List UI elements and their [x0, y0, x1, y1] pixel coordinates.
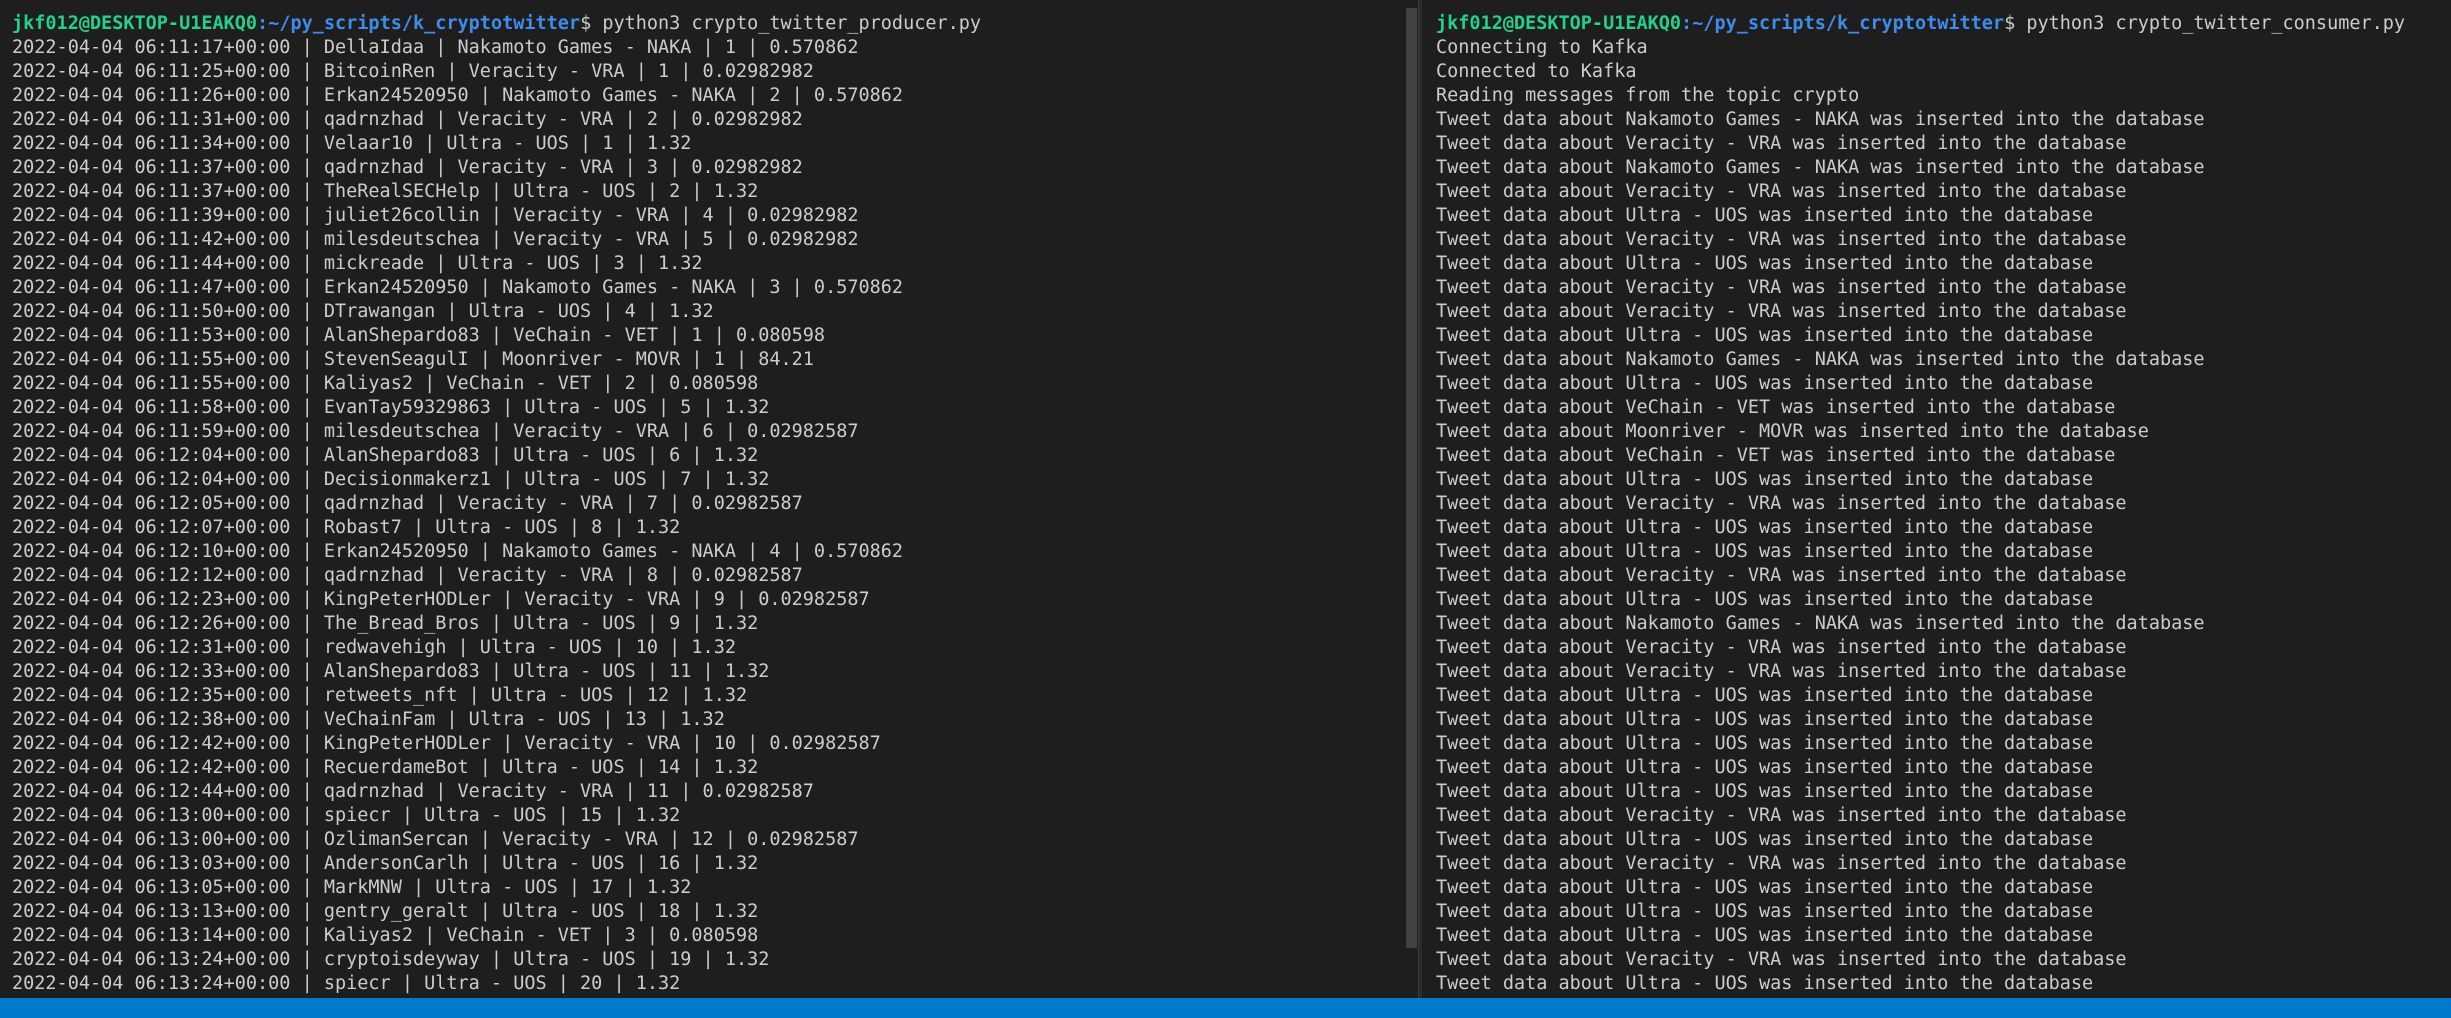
consumer-log-line: Tweet data about Nakamoto Games - NAKA w…: [1436, 109, 2205, 130]
producer-log-line: 2022-04-04 06:11:53+00:00 | AlanShepardo…: [12, 325, 826, 346]
producer-scrollbar[interactable]: [1406, 8, 1417, 948]
consumer-log-line: Tweet data about Veracity - VRA was inse…: [1436, 181, 2127, 202]
producer-log-line: 2022-04-04 06:12:05+00:00 | qadrnzhad | …: [12, 493, 803, 514]
producer-log-line: 2022-04-04 06:11:59+00:00 | milesdeutsch…: [12, 421, 859, 442]
producer-log-line: 2022-04-04 06:12:23+00:00 | KingPeterHOD…: [12, 589, 870, 610]
producer-log-line: 2022-04-04 06:11:25+00:00 | BitcoinRen |…: [12, 61, 814, 82]
prompt-path: :~/py_scripts/k_cryptotwitter: [257, 13, 581, 34]
producer-log-line: 2022-04-04 06:13:13+00:00 | gentry_geral…: [12, 901, 759, 922]
prompt-path: :~/py_scripts/k_cryptotwitter: [1681, 13, 2005, 34]
producer-log-line: 2022-04-04 06:11:58+00:00 | EvanTay59329…: [12, 397, 770, 418]
producer-log-line: 2022-04-04 06:13:05+00:00 | MarkMNW | Ul…: [12, 877, 692, 898]
consumer-log-line: Tweet data about Ultra - UOS was inserte…: [1436, 589, 2094, 610]
producer-log-line: 2022-04-04 06:12:07+00:00 | Robast7 | Ul…: [12, 517, 681, 538]
consumer-log-line: Tweet data about Ultra - UOS was inserte…: [1436, 757, 2094, 778]
consumer-log-line: Tweet data about Veracity - VRA was inse…: [1436, 133, 2127, 154]
producer-log-line: 2022-04-04 06:12:04+00:00 | Decisionmake…: [12, 469, 770, 490]
consumer-log-line: Tweet data about Ultra - UOS was inserte…: [1436, 205, 2094, 226]
producer-log-line: 2022-04-04 06:11:44+00:00 | mickreade | …: [12, 253, 703, 274]
prompt-command: $ python3 crypto_twitter_consumer.py: [2004, 13, 2406, 34]
consumer-prompt-line: jkf012@DESKTOP-U1EAKQ0:~/py_scripts/k_cr…: [1436, 12, 2451, 36]
consumer-log-line: Tweet data about Veracity - VRA was inse…: [1436, 853, 2127, 874]
consumer-log-line: Connected to Kafka: [1436, 61, 1637, 82]
producer-log-line: 2022-04-04 06:13:24+00:00 | cryptoisdeyw…: [12, 949, 770, 970]
producer-log-line: 2022-04-04 06:12:04+00:00 | AlanShepardo…: [12, 445, 759, 466]
producer-log-line: 2022-04-04 06:12:38+00:00 | VeChainFam |…: [12, 709, 725, 730]
consumer-log-line: Tweet data about Ultra - UOS was inserte…: [1436, 469, 2094, 490]
producer-prompt-line: jkf012@DESKTOP-U1EAKQ0:~/py_scripts/k_cr…: [12, 12, 1418, 36]
consumer-log-line: Tweet data about Ultra - UOS was inserte…: [1436, 829, 2094, 850]
consumer-log-line: Tweet data about Ultra - UOS was inserte…: [1436, 373, 2094, 394]
producer-log-line: 2022-04-04 06:13:00+00:00 | spiecr | Ult…: [12, 805, 681, 826]
consumer-log-line: Tweet data about Veracity - VRA was inse…: [1436, 637, 2127, 658]
consumer-log-line: Tweet data about Veracity - VRA was inse…: [1436, 277, 2127, 298]
producer-log-line: 2022-04-04 06:13:03+00:00 | AndersonCarl…: [12, 853, 759, 874]
consumer-log-line: Tweet data about Nakamoto Games - NAKA w…: [1436, 349, 2205, 370]
prompt-user: jkf012@DESKTOP-U1EAKQ0: [1436, 13, 1682, 34]
producer-log-lines: 2022-04-04 06:11:17+00:00 | DellaIdaa | …: [12, 36, 1418, 996]
consumer-log-line: Tweet data about Veracity - VRA was inse…: [1436, 493, 2127, 514]
producer-log-line: 2022-04-04 06:13:14+00:00 | Kaliyas2 | V…: [12, 925, 759, 946]
consumer-log-line: Tweet data about Ultra - UOS was inserte…: [1436, 973, 2094, 994]
producer-log-line: 2022-04-04 06:11:55+00:00 | Kaliyas2 | V…: [12, 373, 759, 394]
producer-log-line: 2022-04-04 06:12:12+00:00 | qadrnzhad | …: [12, 565, 803, 586]
consumer-log-line: Tweet data about Nakamoto Games - NAKA w…: [1436, 613, 2205, 634]
consumer-terminal-pane[interactable]: jkf012@DESKTOP-U1EAKQ0:~/py_scripts/k_cr…: [1422, 0, 2451, 998]
consumer-log-line: Tweet data about VeChain - VET was inser…: [1436, 445, 2116, 466]
consumer-log-line: Tweet data about Ultra - UOS was inserte…: [1436, 541, 2094, 562]
producer-log-line: 2022-04-04 06:11:34+00:00 | Velaar10 | U…: [12, 133, 692, 154]
producer-log-line: 2022-04-04 06:13:00+00:00 | OzlimanSerca…: [12, 829, 859, 850]
consumer-log-line: Connecting to Kafka: [1436, 37, 1648, 58]
consumer-log-line: Tweet data about Ultra - UOS was inserte…: [1436, 709, 2094, 730]
consumer-log-lines: Connecting to Kafka Connected to Kafka Rea…: [1436, 36, 2451, 998]
producer-log-line: 2022-04-04 06:11:47+00:00 | Erkan2452095…: [12, 277, 904, 298]
consumer-log-line: Tweet data about Ultra - UOS was inserte…: [1436, 733, 2094, 754]
producer-log-line: 2022-04-04 06:11:39+00:00 | juliet26coll…: [12, 205, 859, 226]
producer-log-line: 2022-04-04 06:12:44+00:00 | qadrnzhad | …: [12, 781, 814, 802]
producer-log-line: 2022-04-04 06:11:37+00:00 | TheRealSECHe…: [12, 181, 759, 202]
consumer-log-line: Tweet data about Veracity - VRA was inse…: [1436, 805, 2127, 826]
producer-log-line: 2022-04-04 06:12:26+00:00 | The_Bread_Br…: [12, 613, 759, 634]
producer-log-line: 2022-04-04 06:13:24+00:00 | spiecr | Ult…: [12, 973, 681, 994]
producer-log-line: 2022-04-04 06:12:42+00:00 | RecuerdameBo…: [12, 757, 759, 778]
consumer-log-line: Tweet data about Ultra - UOS was inserte…: [1436, 781, 2094, 802]
producer-log-line: 2022-04-04 06:11:50+00:00 | DTrawangan |…: [12, 301, 714, 322]
producer-log-line: 2022-04-04 06:11:55+00:00 | StevenSeagul…: [12, 349, 814, 370]
producer-output: jkf012@DESKTOP-U1EAKQ0:~/py_scripts/k_cr…: [12, 12, 1418, 996]
consumer-log-line: Reading messages from the topic crypto: [1436, 85, 1860, 106]
producer-log-line: 2022-04-04 06:12:10+00:00 | Erkan2452095…: [12, 541, 904, 562]
consumer-log-line: Tweet data about Nakamoto Games - NAKA w…: [1436, 157, 2205, 178]
consumer-log-line: Tweet data about Moonriver - MOVR was in…: [1436, 421, 2149, 442]
consumer-log-line: Tweet data about Ultra - UOS was inserte…: [1436, 325, 2094, 346]
producer-log-line: 2022-04-04 06:12:33+00:00 | AlanShepardo…: [12, 661, 770, 682]
producer-terminal-pane[interactable]: jkf012@DESKTOP-U1EAKQ0:~/py_scripts/k_cr…: [0, 0, 1418, 998]
consumer-output: jkf012@DESKTOP-U1EAKQ0:~/py_scripts/k_cr…: [1436, 12, 2451, 998]
consumer-log-line: Tweet data about VeChain - VET was inser…: [1436, 397, 2116, 418]
producer-log-line: 2022-04-04 06:11:42+00:00 | milesdeutsch…: [12, 229, 859, 250]
consumer-log-line: Tweet data about Ultra - UOS was inserte…: [1436, 517, 2094, 538]
prompt-command: $ python3 crypto_twitter_producer.py: [580, 13, 982, 34]
consumer-log-line: Tweet data about Veracity - VRA was inse…: [1436, 949, 2127, 970]
producer-log-line: 2022-04-04 06:11:37+00:00 | qadrnzhad | …: [12, 157, 803, 178]
producer-log-line: 2022-04-04 06:11:31+00:00 | qadrnzhad | …: [12, 109, 803, 130]
producer-log-line: 2022-04-04 06:12:31+00:00 | redwavehigh …: [12, 637, 736, 658]
status-bar: [0, 998, 2451, 1018]
consumer-log-line: Tweet data about Ultra - UOS was inserte…: [1436, 877, 2094, 898]
consumer-log-line: Tweet data about Veracity - VRA was inse…: [1436, 229, 2127, 250]
producer-log-line: 2022-04-04 06:12:35+00:00 | retweets_nft…: [12, 685, 748, 706]
consumer-log-line: Tweet data about Ultra - UOS was inserte…: [1436, 901, 2094, 922]
prompt-user: jkf012@DESKTOP-U1EAKQ0: [12, 13, 258, 34]
producer-log-line: 2022-04-04 06:12:42+00:00 | KingPeterHOD…: [12, 733, 881, 754]
consumer-log-line: Tweet data about Ultra - UOS was inserte…: [1436, 685, 2094, 706]
consumer-log-line: Tweet data about Veracity - VRA was inse…: [1436, 565, 2127, 586]
consumer-log-line: Tweet data about Veracity - VRA was inse…: [1436, 661, 2127, 682]
consumer-log-line: Tweet data about Ultra - UOS was inserte…: [1436, 253, 2094, 274]
producer-log-line: 2022-04-04 06:11:17+00:00 | DellaIdaa | …: [12, 37, 859, 58]
consumer-log-line: Tweet data about Ultra - UOS was inserte…: [1436, 925, 2094, 946]
consumer-log-line: Tweet data about Veracity - VRA was inse…: [1436, 301, 2127, 322]
producer-log-line: 2022-04-04 06:11:26+00:00 | Erkan2452095…: [12, 85, 904, 106]
